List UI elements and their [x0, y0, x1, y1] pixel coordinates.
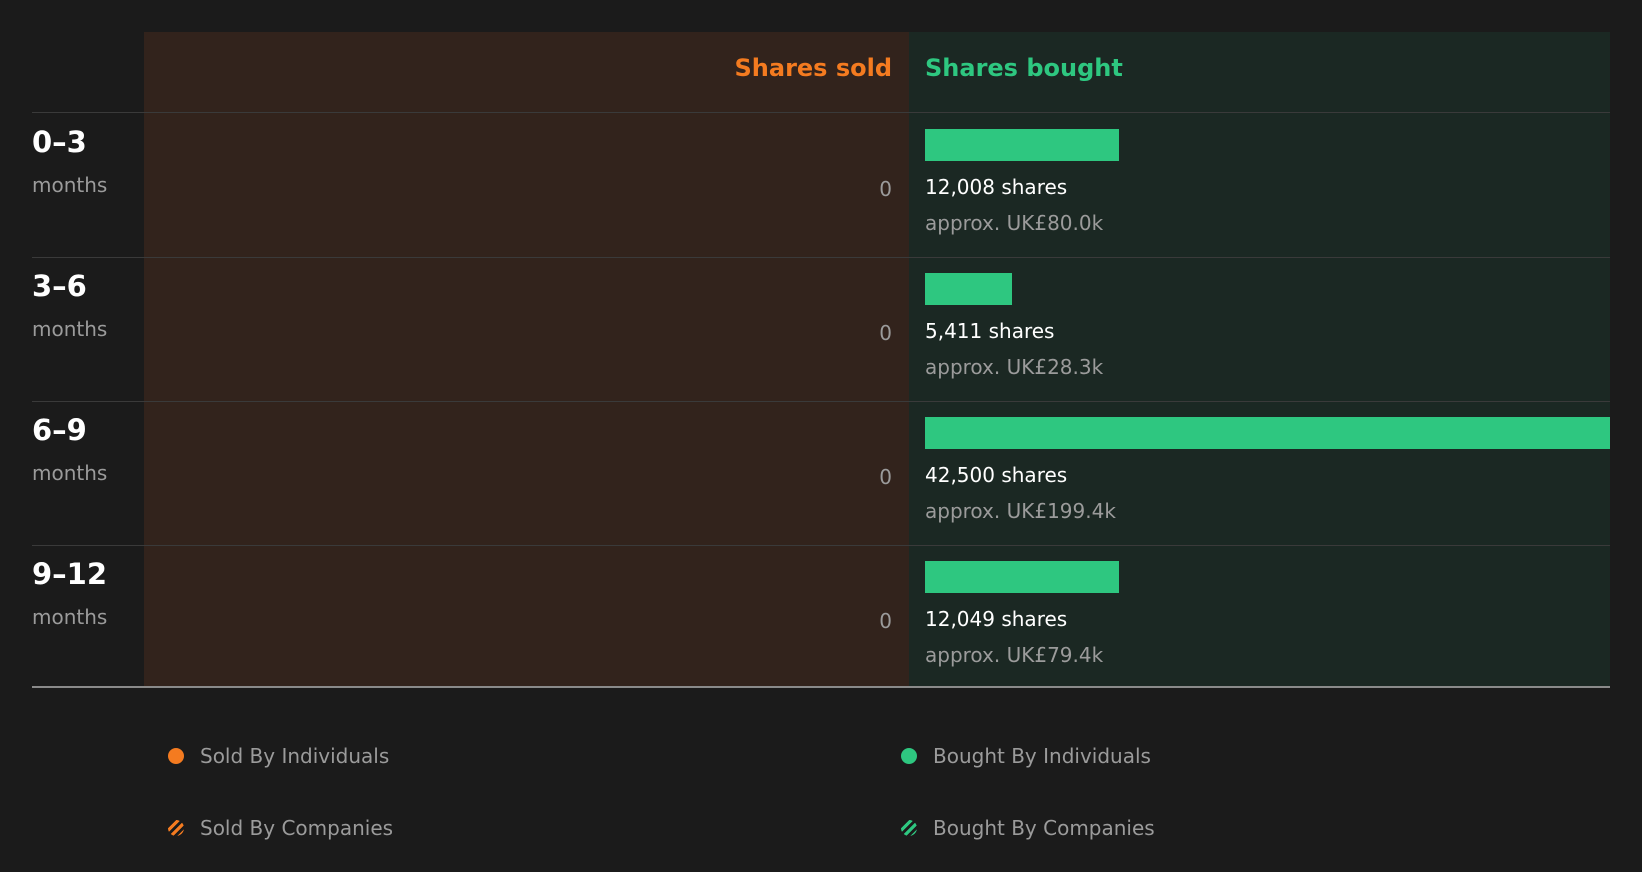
legend-sold-companies[interactable]: Sold By Companies [168, 816, 393, 840]
sold-value: 0 [879, 609, 892, 633]
legend-hatch-icon [901, 820, 917, 836]
shares-sold-header: Shares sold [734, 54, 893, 82]
row-unit-label: months [32, 461, 108, 485]
bought-shares-label: 5,411 shares [925, 319, 1055, 343]
bought-approx-label: approx. UK£80.0k [925, 211, 1104, 235]
bought-bar [925, 417, 1610, 449]
legend-bought-companies[interactable]: Bought By Companies [901, 816, 1155, 840]
row-range-label: 9–12 [32, 557, 108, 591]
bought-approx-label: approx. UK£79.4k [925, 643, 1104, 667]
bought-shares-label: 12,049 shares [925, 607, 1068, 631]
sold-value: 0 [879, 177, 892, 201]
row-unit-label: months [32, 317, 108, 341]
row-unit-label: months [32, 173, 108, 197]
bought-approx-label: approx. UK£199.4k [925, 499, 1116, 523]
bought-bar [925, 561, 1119, 593]
legend-bought-individuals[interactable]: Bought By Individuals [901, 744, 1151, 768]
legend-dot-icon [901, 748, 917, 764]
bought-shares-label: 42,500 shares [925, 463, 1068, 487]
legend-label: Sold By Individuals [200, 744, 390, 768]
insider-trading-chart: Shares sold Shares bought 0–3 months 0 1… [0, 0, 1642, 872]
table-row: 9–12 months 0 12,049 shares approx. UK£7… [0, 545, 1642, 689]
bought-shares-label: 12,008 shares [925, 175, 1068, 199]
bought-bar [925, 273, 1012, 305]
legend-dot-icon [168, 748, 184, 764]
table-row: 3–6 months 0 5,411 shares approx. UK£28.… [0, 257, 1642, 401]
chart-baseline [32, 686, 1610, 688]
row-range-label: 3–6 [32, 269, 87, 303]
legend-label: Bought By Individuals [933, 744, 1151, 768]
table-row: 6–9 months 0 42,500 shares approx. UK£19… [0, 401, 1642, 545]
bought-approx-label: approx. UK£28.3k [925, 355, 1104, 379]
row-range-label: 0–3 [32, 125, 87, 159]
legend-sold-individuals[interactable]: Sold By Individuals [168, 744, 389, 768]
legend-hatch-icon [168, 820, 184, 836]
shares-bought-header: Shares bought [925, 54, 1123, 82]
row-range-label: 6–9 [32, 413, 87, 447]
table-row: 0–3 months 0 12,008 shares approx. UK£80… [0, 113, 1642, 257]
legend-label: Bought By Companies [933, 816, 1155, 840]
row-unit-label: months [32, 605, 108, 629]
sold-value: 0 [879, 321, 892, 345]
sold-value: 0 [879, 465, 892, 489]
legend-label: Sold By Companies [200, 816, 394, 840]
bought-bar [925, 129, 1119, 161]
